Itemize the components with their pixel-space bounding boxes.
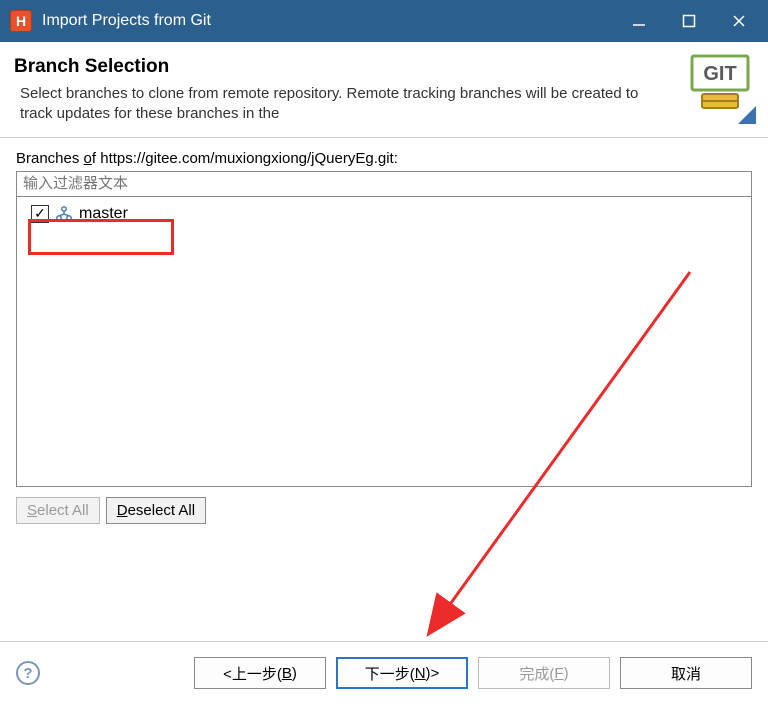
git-banner-icon: GIT (672, 50, 762, 130)
deselect-all-button[interactable]: Deselect All (106, 497, 206, 524)
minimize-button[interactable] (614, 0, 664, 42)
finish-button: 完成(F) (478, 657, 610, 689)
branch-checkbox[interactable]: ✓ (31, 205, 49, 223)
branches-label: Branches of https://gitee.com/muxiongxio… (16, 150, 752, 167)
page-title: Branch Selection (14, 56, 658, 78)
back-button[interactable]: <上一步(B) (194, 657, 326, 689)
branch-row[interactable]: ✓ master (27, 203, 132, 225)
select-all-button[interactable]: Select All (16, 497, 100, 524)
page-description: Select branches to clone from remote rep… (14, 84, 658, 125)
wizard-footer: ? <上一步(B) 下一步(N)> 完成(F) 取消 (0, 642, 768, 704)
next-button[interactable]: 下一步(N)> (336, 657, 468, 689)
branch-list[interactable]: ✓ master (16, 197, 752, 487)
svg-text:GIT: GIT (703, 63, 736, 85)
branch-icon (55, 205, 73, 223)
maximize-button[interactable] (664, 0, 714, 42)
branch-filter-input[interactable] (16, 171, 752, 197)
window-titlebar: H Import Projects from Git (0, 0, 768, 42)
branch-name: master (79, 205, 128, 223)
wizard-header: Branch Selection Select branches to clon… (0, 42, 768, 138)
window-title: Import Projects from Git (42, 12, 211, 30)
cancel-button[interactable]: 取消 (620, 657, 752, 689)
help-button[interactable]: ? (16, 661, 40, 685)
app-icon: H (10, 10, 32, 32)
close-button[interactable] (714, 0, 764, 42)
